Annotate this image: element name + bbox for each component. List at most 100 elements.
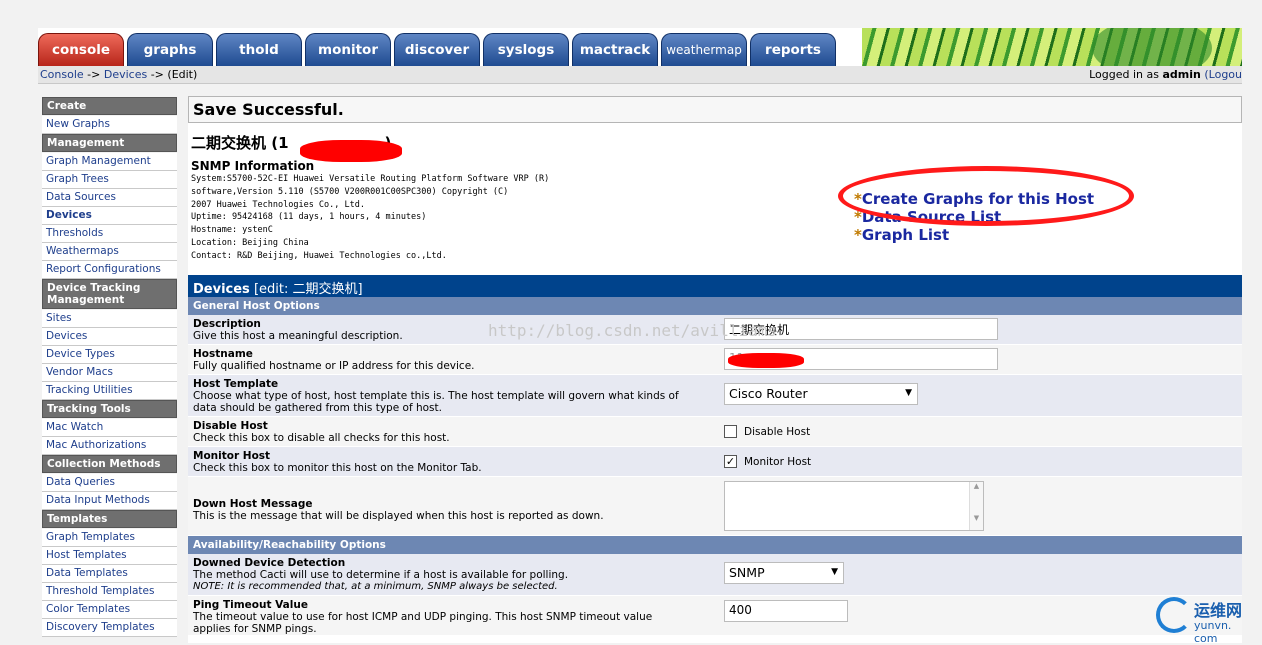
- tab-weathermap[interactable]: weathermap: [661, 33, 747, 66]
- ping-timeout-input[interactable]: 400: [724, 600, 848, 622]
- sidebar-item-graph-trees[interactable]: Graph Trees: [42, 171, 177, 189]
- device-info: 二期交换机 (1) SNMP Information System:S5700-…: [188, 132, 1242, 275]
- tab-graphs[interactable]: graphs: [127, 33, 213, 66]
- dropdown-arrow-icon: ▼: [905, 388, 912, 398]
- sidebar-item-graph-templates[interactable]: Graph Templates: [42, 529, 177, 547]
- host-template-value: Cisco Router: [729, 386, 808, 401]
- logout-link[interactable]: (Logou: [1204, 68, 1242, 81]
- breadcrumb-devices-link[interactable]: Devices: [104, 68, 147, 81]
- host-template-select[interactable]: Cisco Router ▼: [724, 383, 918, 405]
- breadcrumb-separator: ->: [147, 68, 168, 81]
- checkbox-label: Monitor Host: [744, 455, 812, 468]
- dropdown-arrow-icon: ▼: [831, 567, 838, 577]
- checkbox-label: Disable Host: [744, 425, 811, 438]
- tab-mactrack[interactable]: mactrack: [572, 33, 658, 66]
- field-help: Choose what type of host, host template …: [193, 390, 679, 402]
- sidebar-item-data-input-methods[interactable]: Data Input Methods: [42, 492, 177, 510]
- site-logo: 运维网 yunvn. com: [1150, 595, 1258, 645]
- breadcrumb-separator: ->: [83, 68, 104, 81]
- annotation-circle: [838, 166, 1134, 226]
- monitor-host-checkbox[interactable]: ✓: [724, 455, 737, 468]
- breadcrumb-console-link[interactable]: Console: [40, 68, 84, 81]
- sidebar-menu: Create New Graphs Management Graph Manag…: [42, 97, 177, 643]
- downed-device-detection-row: Downed Device Detection The method Cacti…: [188, 554, 1242, 596]
- login-user: admin: [1162, 68, 1201, 81]
- field-help: data should be gathered from this type o…: [193, 402, 442, 414]
- sidebar-item-tracking-utilities[interactable]: Tracking Utilities: [42, 382, 177, 400]
- panel-edit-name: [edit: 二期交换机]: [249, 282, 363, 297]
- field-label: Down Host Message: [193, 498, 313, 510]
- logo-text-en: yunvn. com: [1194, 619, 1232, 645]
- main-content: Save Successful. 二期交换机 (1) SNMP Informat…: [188, 96, 1242, 643]
- field-label: Hostname: [193, 348, 253, 360]
- sidebar-item-mac-authorizations[interactable]: Mac Authorizations: [42, 437, 177, 455]
- logo-ring-icon: [1156, 597, 1192, 633]
- logo-text-cn: 运维网: [1194, 601, 1243, 620]
- redaction-scribble: [728, 353, 804, 368]
- sidebar-item-device-types[interactable]: Device Types: [42, 346, 177, 364]
- tab-monitor[interactable]: monitor: [305, 33, 391, 66]
- field-label: Host Template: [193, 378, 279, 390]
- hostname-row: Hostname Fully qualified hostname or IP …: [188, 345, 1242, 375]
- device-title-text: 二期交换机 (1: [191, 134, 289, 152]
- sidebar-item-new-graphs[interactable]: New Graphs: [42, 116, 177, 134]
- general-options-heading: General Host Options: [188, 297, 1242, 315]
- field-help: The timeout value to use for host ICMP a…: [193, 611, 653, 623]
- field-label: Disable Host: [193, 420, 268, 432]
- tab-discover[interactable]: discover: [394, 33, 480, 66]
- field-label: Ping Timeout Value: [193, 599, 308, 611]
- down-host-message-textarea[interactable]: ▲ ▼: [724, 481, 984, 531]
- tab-console[interactable]: console: [38, 33, 124, 66]
- sidebar-item-vendor-macs[interactable]: Vendor Macs: [42, 364, 177, 382]
- sidebar-item-mactrack-devices[interactable]: Devices: [42, 328, 177, 346]
- field-help: Check this box to disable all checks for…: [193, 432, 450, 444]
- breadcrumb: Console -> Devices -> (Edit) Logged in a…: [38, 66, 1242, 84]
- sidebar-item-weathermaps[interactable]: Weathermaps: [42, 243, 177, 261]
- blog-watermark: http://blog.csdn.net/avilliams: [488, 321, 777, 340]
- sidebar-heading-create: Create: [42, 97, 177, 115]
- save-success-message: Save Successful.: [188, 96, 1242, 123]
- sidebar-item-sites[interactable]: Sites: [42, 310, 177, 328]
- disable-host-row: Disable Host Check this box to disable a…: [188, 417, 1242, 447]
- login-status: Logged in as admin (Logou: [1089, 66, 1242, 83]
- detection-value: SNMP: [729, 565, 765, 580]
- sidebar-item-discovery-templates[interactable]: Discovery Templates: [42, 619, 177, 637]
- sidebar-item-report-configurations[interactable]: Report Configurations: [42, 261, 177, 279]
- graph-list-link[interactable]: Graph List: [862, 226, 949, 244]
- sidebar-item-data-queries[interactable]: Data Queries: [42, 474, 177, 492]
- sidebar-heading-tracking-tools: Tracking Tools: [42, 400, 177, 418]
- sidebar-item-data-templates[interactable]: Data Templates: [42, 565, 177, 583]
- tab-list: console graphs thold monitor discover sy…: [38, 33, 839, 66]
- redaction-scribble: [300, 140, 402, 162]
- disable-host-checkbox-group: Disable Host: [724, 425, 810, 438]
- sidebar-item-thresholds[interactable]: Thresholds: [42, 225, 177, 243]
- panel-title: Devices: [193, 282, 250, 297]
- tab-reports[interactable]: reports: [750, 33, 836, 66]
- field-help: Check this box to monitor this host on t…: [193, 462, 482, 474]
- sidebar-item-mac-watch[interactable]: Mac Watch: [42, 419, 177, 437]
- field-help: This is the message that will be display…: [193, 510, 604, 522]
- monitor-host-row: Monitor Host Check this box to monitor t…: [188, 447, 1242, 477]
- field-label: Downed Device Detection: [193, 557, 346, 569]
- sidebar-item-host-templates[interactable]: Host Templates: [42, 547, 177, 565]
- textarea-scrollbar[interactable]: ▲ ▼: [969, 482, 983, 530]
- sidebar-item-threshold-templates[interactable]: Threshold Templates: [42, 583, 177, 601]
- disable-host-checkbox[interactable]: [724, 425, 737, 438]
- sidebar-heading-device-tracking: Device Tracking Management: [42, 279, 177, 309]
- sidebar-item-devices[interactable]: Devices: [42, 207, 177, 225]
- downed-device-detection-select[interactable]: SNMP ▼: [724, 562, 844, 584]
- availability-options-heading: Availability/Reachability Options: [188, 536, 1242, 554]
- top-navigation: console graphs thold monitor discover sy…: [38, 28, 1242, 66]
- sidebar-item-graph-management[interactable]: Graph Management: [42, 153, 177, 171]
- header-decoration-image: [862, 28, 1242, 66]
- sidebar-item-color-templates[interactable]: Color Templates: [42, 601, 177, 619]
- sidebar-item-data-sources[interactable]: Data Sources: [42, 189, 177, 207]
- ping-timeout-row: Ping Timeout Value The timeout value to …: [188, 596, 1242, 636]
- field-help: applies for SNMP pings.: [193, 623, 317, 635]
- field-help: Fully qualified hostname or IP address f…: [193, 360, 475, 372]
- tab-thold[interactable]: thold: [216, 33, 302, 66]
- bullet-star: *: [854, 226, 862, 244]
- snmp-line: Contact: R&D Beijing, Huawei Technologie…: [191, 250, 447, 261]
- host-template-row: Host Template Choose what type of host, …: [188, 375, 1242, 417]
- tab-syslogs[interactable]: syslogs: [483, 33, 569, 66]
